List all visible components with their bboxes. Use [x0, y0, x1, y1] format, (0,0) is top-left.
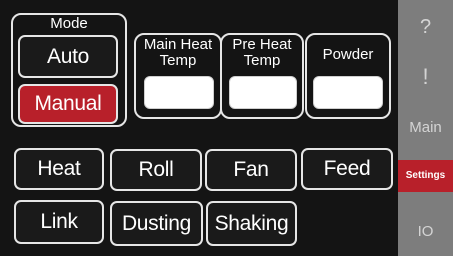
powder-field[interactable]: [313, 76, 383, 109]
feed-button[interactable]: Feed: [301, 148, 393, 190]
io-button[interactable]: IO: [398, 218, 453, 246]
main-heat-temp-title-line1: Main Heat: [143, 36, 213, 53]
main-button[interactable]: Main: [398, 114, 453, 142]
main-heat-temp-title-line2: Temp: [159, 52, 197, 69]
main-panel: Mode Auto Manual Main Heat Temp Pre Heat…: [0, 0, 398, 256]
manual-button[interactable]: Manual: [18, 84, 118, 124]
fan-button[interactable]: Fan: [205, 149, 297, 191]
roll-button[interactable]: Roll: [110, 149, 202, 191]
alarm-button[interactable]: !: [398, 60, 453, 94]
settings-button[interactable]: Settings: [398, 160, 453, 192]
heat-button[interactable]: Heat: [14, 148, 104, 190]
auto-button[interactable]: Auto: [18, 35, 118, 78]
main-heat-temp-field[interactable]: [144, 76, 214, 109]
shaking-button[interactable]: Shaking: [206, 201, 297, 246]
link-button[interactable]: Link: [14, 200, 104, 244]
powder-title: Powder: [322, 46, 374, 63]
mode-title: Mode: [50, 15, 88, 32]
pre-heat-temp-title-line1: Pre Heat: [232, 36, 292, 53]
pre-heat-temp-title-line2: Temp: [243, 52, 281, 69]
dusting-button[interactable]: Dusting: [110, 201, 203, 246]
help-button[interactable]: ?: [398, 12, 453, 42]
sidebar: ? ! Main Settings IO: [398, 0, 453, 256]
pre-heat-temp-field[interactable]: [229, 76, 297, 109]
